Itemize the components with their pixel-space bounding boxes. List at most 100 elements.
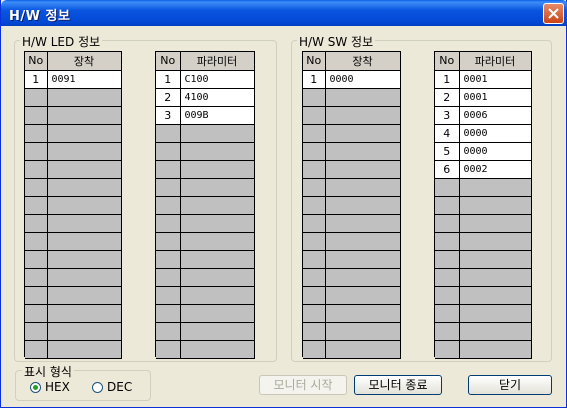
row-value-cell[interactable] (180, 304, 255, 323)
row-value-cell[interactable] (459, 340, 532, 359)
row-value-cell[interactable] (459, 268, 532, 287)
table-row[interactable] (156, 304, 255, 323)
sw-mount-table[interactable]: No 장착 1 0000 (302, 51, 401, 359)
column-header-no[interactable]: No (303, 52, 326, 71)
row-value-cell[interactable] (325, 214, 401, 233)
table-row[interactable] (25, 178, 122, 197)
row-value-cell[interactable] (47, 322, 122, 341)
table-row[interactable]: 4 0000 (435, 124, 532, 143)
column-header-value[interactable]: 장착 (47, 52, 122, 71)
row-value-cell[interactable] (47, 250, 122, 269)
monitor-stop-button[interactable]: 모니터 종료 (354, 375, 442, 395)
row-value-cell[interactable] (47, 232, 122, 251)
table-row[interactable] (303, 88, 401, 107)
close-window-button[interactable] (543, 3, 564, 24)
table-row[interactable] (25, 340, 122, 359)
row-value-cell[interactable]: 0002 (459, 160, 532, 179)
table-row[interactable] (156, 232, 255, 251)
table-row[interactable] (156, 322, 255, 341)
row-value-cell[interactable] (459, 250, 532, 269)
table-row[interactable] (156, 268, 255, 287)
row-value-cell[interactable] (47, 106, 122, 125)
row-value-cell[interactable] (325, 340, 401, 359)
row-value-cell[interactable]: 0006 (459, 106, 532, 125)
row-value-cell[interactable] (325, 106, 401, 125)
row-value-cell[interactable]: 0091 (47, 70, 122, 89)
table-row[interactable] (25, 196, 122, 215)
hex-radio-dot[interactable] (30, 381, 41, 393)
table-row[interactable] (435, 232, 532, 251)
row-value-cell[interactable] (47, 196, 122, 215)
row-value-cell[interactable] (47, 124, 122, 143)
row-value-cell[interactable]: 009B (180, 106, 255, 125)
monitor-start-button[interactable]: 모니터 시작 (259, 375, 347, 395)
led-parameter-table[interactable]: No 파라미터 1 C100 2 4100 3 009B (155, 51, 255, 359)
table-row[interactable] (435, 286, 532, 305)
table-row[interactable] (25, 214, 122, 233)
row-value-cell[interactable] (459, 196, 532, 215)
row-value-cell[interactable] (325, 124, 401, 143)
table-row[interactable] (435, 268, 532, 287)
table-row[interactable] (435, 322, 532, 341)
table-row[interactable] (303, 106, 401, 125)
row-value-cell[interactable] (325, 232, 401, 251)
table-row[interactable] (25, 124, 122, 143)
row-value-cell[interactable] (180, 232, 255, 251)
row-value-cell[interactable] (180, 322, 255, 341)
table-row[interactable]: 3 0006 (435, 106, 532, 125)
row-value-cell[interactable] (325, 304, 401, 323)
title-bar[interactable]: H/W 정보 (1, 0, 567, 26)
table-row[interactable] (156, 340, 255, 359)
row-value-cell[interactable] (325, 178, 401, 197)
table-row[interactable]: 1 0000 (303, 70, 401, 89)
table-row[interactable]: 5 0000 (435, 142, 532, 161)
row-value-cell[interactable] (180, 178, 255, 197)
row-value-cell[interactable]: 0001 (459, 70, 532, 89)
row-value-cell[interactable] (325, 268, 401, 287)
table-row[interactable]: 3 009B (156, 106, 255, 125)
row-value-cell[interactable] (180, 124, 255, 143)
close-button[interactable]: 닫기 (468, 375, 552, 395)
row-value-cell[interactable] (180, 250, 255, 269)
row-value-cell[interactable] (180, 142, 255, 161)
table-row[interactable] (303, 286, 401, 305)
table-row[interactable]: 1 0091 (25, 70, 122, 89)
row-value-cell[interactable] (180, 340, 255, 359)
row-value-cell[interactable] (325, 286, 401, 305)
table-row[interactable] (303, 160, 401, 179)
table-row[interactable] (156, 160, 255, 179)
row-value-cell[interactable]: 4100 (180, 88, 255, 107)
table-row[interactable] (156, 142, 255, 161)
row-value-cell[interactable] (47, 160, 122, 179)
table-row[interactable] (303, 250, 401, 269)
row-value-cell[interactable] (459, 304, 532, 323)
row-value-cell[interactable]: 0001 (459, 88, 532, 107)
table-row[interactable] (303, 340, 401, 359)
table-row[interactable] (303, 304, 401, 323)
table-row[interactable] (303, 214, 401, 233)
table-row[interactable] (303, 268, 401, 287)
column-header-no[interactable]: No (25, 52, 48, 71)
row-value-cell[interactable] (47, 214, 122, 233)
table-row[interactable] (25, 286, 122, 305)
row-value-cell[interactable] (459, 178, 532, 197)
row-value-cell[interactable] (47, 142, 122, 161)
table-row[interactable] (25, 268, 122, 287)
row-value-cell[interactable]: 0000 (325, 70, 401, 89)
column-header-value[interactable]: 파라미터 (459, 52, 532, 71)
table-row[interactable] (435, 178, 532, 197)
dec-radio[interactable]: DEC (92, 380, 132, 394)
table-row[interactable]: 1 0001 (435, 70, 532, 89)
table-row[interactable]: 2 0001 (435, 88, 532, 107)
row-value-cell[interactable] (47, 178, 122, 197)
row-value-cell[interactable] (325, 250, 401, 269)
column-header-no[interactable]: No (435, 52, 460, 71)
row-value-cell[interactable] (180, 196, 255, 215)
table-row[interactable]: 1 C100 (156, 70, 255, 89)
table-row[interactable] (156, 250, 255, 269)
table-row[interactable] (303, 124, 401, 143)
led-mount-table[interactable]: No 장착 1 0091 (24, 51, 122, 359)
row-value-cell[interactable] (47, 304, 122, 323)
table-row[interactable] (435, 250, 532, 269)
table-row[interactable] (303, 142, 401, 161)
